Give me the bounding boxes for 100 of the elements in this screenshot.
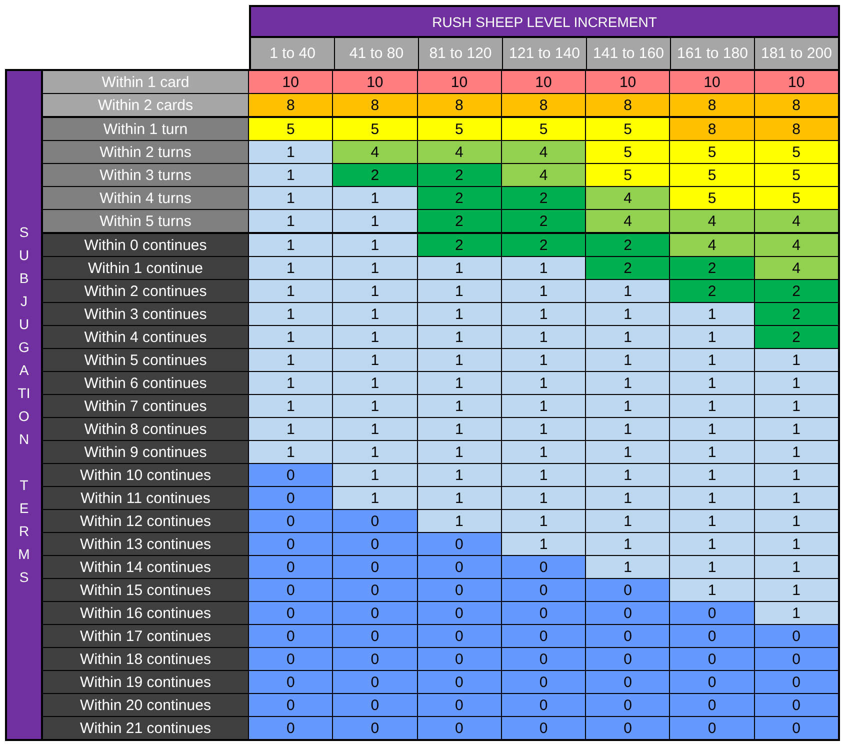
table-cell: 1 [333,372,417,394]
row-header: Within 1 turn [43,118,248,140]
table-cell: 0 [586,671,670,693]
table-cell: 1 [418,326,501,348]
table-cell: 0 [333,625,417,647]
table-cell: 1 [249,418,332,440]
table-cell: 1 [418,257,501,279]
table-cell: 1 [754,579,838,601]
row-header: Within 14 continues [43,556,248,578]
table-cell: 1 [670,372,754,394]
table-cell: 1 [249,395,332,417]
row-header: Within 4 continues [43,326,248,348]
table-cell: 1 [249,280,332,302]
table-cell: 0 [586,579,670,601]
vertical-label: SUBJUGATION TERMS [17,223,31,587]
table-cell: 0 [249,487,332,509]
table-cell: 1 [754,487,838,509]
table-cell: 2 [586,257,670,279]
row-header: Within 5 turns [43,210,248,232]
table-cell: 0 [249,556,332,578]
table-cell: 1 [586,326,670,348]
table-cell: 5 [754,164,838,186]
table-cell: 1 [754,441,838,463]
column-header: 1 to 40 [251,38,334,69]
table-cell: 0 [249,648,332,670]
table-cell: 0 [670,648,754,670]
row-header: Within 5 continues [43,349,248,371]
row-header: Within 8 continues [43,418,248,440]
table-cell: 1 [418,303,501,325]
table-cell: 1 [502,533,586,555]
table-cell: 1 [502,464,586,486]
column-header: 121 to 140 [503,38,586,69]
table-cell: 1 [670,464,754,486]
table-cell: 1 [586,349,670,371]
table-cell: 1 [418,280,501,302]
table-cell: 0 [249,717,332,739]
row-header: Within 4 turns [43,187,248,209]
table-cell: 5 [754,187,838,209]
row-header: Within 10 continues [43,464,248,486]
row-header: Within 1 card [43,71,248,93]
table-cell: 10 [586,71,670,93]
table-cell: 1 [333,187,417,209]
table-cell: 1 [586,441,670,463]
table-cell: 0 [418,602,501,624]
table-cell: 0 [249,625,332,647]
row-header: Within 0 continues [43,234,248,256]
table-cell: 4 [502,141,586,163]
table-cell: 0 [418,579,501,601]
table-cell: 1 [502,487,586,509]
row-header: Within 7 continues [43,395,248,417]
table-cell: 8 [754,94,838,116]
column-header: 161 to 180 [671,38,754,69]
table-cell: 0 [502,717,586,739]
table-cell: 0 [754,717,838,739]
table-cell: 4 [754,210,838,232]
row-header: Within 6 continues [43,372,248,394]
table-cell: 1 [249,164,332,186]
table-cell: 0 [502,556,586,578]
table-cell: 1 [586,487,670,509]
table-cell: 1 [249,372,332,394]
table-cell: 1 [249,441,332,463]
table-cell: 2 [670,280,754,302]
row-header: Within 15 continues [43,579,248,601]
table-cell: 1 [333,280,417,302]
column-header: 41 to 80 [335,38,418,69]
table-cell: 0 [754,625,838,647]
table-cell: 1 [754,349,838,371]
table-cell: 1 [418,418,501,440]
table-cell: 0 [249,694,332,716]
table-cell: 0 [249,671,332,693]
table-cell: 5 [670,164,754,186]
table-cell: 2 [502,187,586,209]
table-cell: 1 [502,510,586,532]
row-header: Within 2 continues [43,280,248,302]
row-header: Within 17 continues [43,625,248,647]
table-cell: 1 [586,464,670,486]
table-cell: 4 [502,164,586,186]
table-cell: 0 [333,694,417,716]
table-cell: 2 [418,164,501,186]
table-cell: 4 [418,141,501,163]
row-header: Within 13 continues [43,533,248,555]
table-cell: 5 [418,118,501,140]
table-cell: 1 [754,556,838,578]
table-cell: 1 [502,441,586,463]
table-cell: 1 [586,395,670,417]
table-cell: 1 [249,303,332,325]
row-header: Within 3 continues [43,303,248,325]
table-cell: 1 [754,395,838,417]
table-cell: 2 [418,234,501,256]
table-cell: 1 [670,326,754,348]
table-cell: 0 [586,625,670,647]
row-header: Within 12 continues [43,510,248,532]
table-cell: 0 [249,533,332,555]
table-cell: 1 [249,257,332,279]
table-cell: 10 [754,71,838,93]
table-cell: 8 [418,94,501,116]
table-cell: 2 [333,164,417,186]
table-cell: 1 [754,372,838,394]
table-cell: 1 [670,418,754,440]
table-cell: 2 [502,210,586,232]
